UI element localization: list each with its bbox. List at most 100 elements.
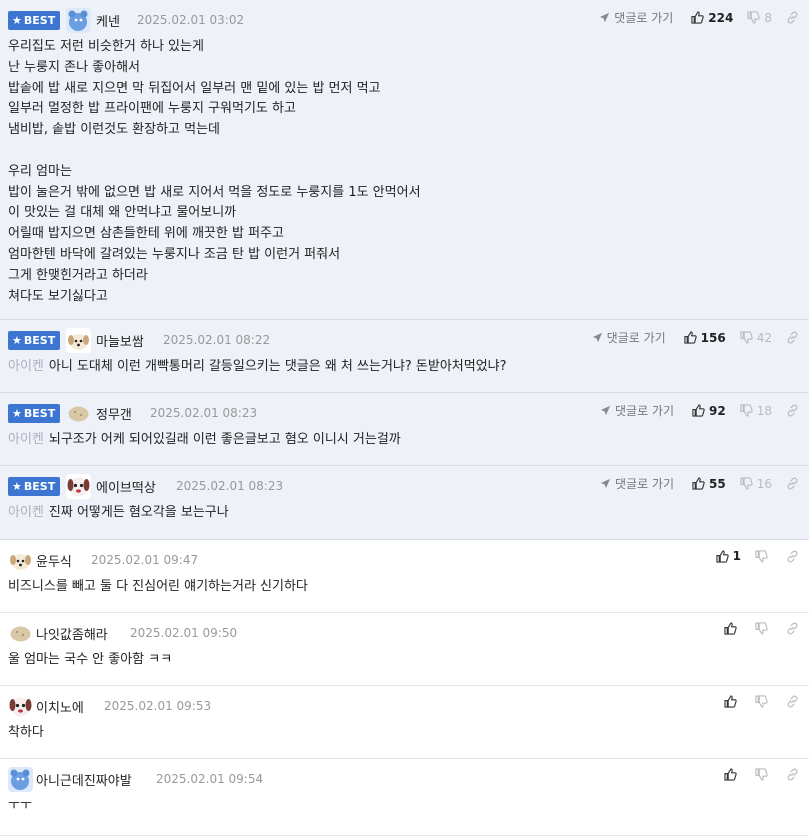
author-name[interactable]: 에이브떡상 [96,477,156,496]
star-icon: ★ [12,407,22,420]
downvote-button[interactable]: 18 [740,404,772,418]
best-label: BEST [23,480,56,493]
puppy-icon[interactable] [66,328,91,353]
permalink-button[interactable] [786,622,799,635]
link-icon [787,404,798,417]
reply-link[interactable]: 댓글로 가기 [600,402,674,419]
downvote-count: 8 [764,10,772,25]
author-name[interactable]: 아니근데진짜야발 [36,770,132,789]
upvote-button[interactable] [724,622,741,635]
upvote-button[interactable]: 156 [684,331,726,345]
blue-bear-icon[interactable] [8,767,33,792]
author-name[interactable]: 정무갠 [96,404,132,423]
link-icon [787,768,798,781]
mention-tag[interactable]: 아이켄 [8,505,44,520]
comment-item: ★ BEST 케넨 2025.02.01 03:02 댓글로 가기 224 8 우… [0,0,809,320]
downvote-button[interactable]: 16 [740,477,772,491]
thumbs-up-icon [724,768,737,781]
author-name[interactable]: 케넨 [96,11,120,30]
author-name[interactable]: 윤두식 [36,551,72,570]
best-badge: ★ BEST [8,11,61,30]
comment-item: 윤두식 2025.02.01 09:47 1 비즈니스를 빼고 둘 다 진심어린… [0,540,809,613]
thumbs-down-icon [755,622,768,635]
permalink-button[interactable] [786,11,799,24]
best-label: BEST [23,334,56,347]
thumbs-down-icon [747,11,761,24]
upvote-count: 1 [732,549,741,563]
thumbs-down-icon [755,695,768,708]
upvote-button[interactable]: 224 [691,11,733,25]
comment-text: 울 엄마는 국수 안 좋아함 ㅋㅋ [8,652,173,667]
downvote-count: 42 [756,330,772,345]
reply-label: 댓글로 가기 [606,331,666,345]
comment-item: 이치노에 2025.02.01 09:53 착하다 [0,686,809,759]
best-label: BEST [23,407,56,420]
upvote-button[interactable]: 55 [692,477,726,491]
comment-text: 아니 도대체 이런 개빡통머리 갈등일으키는 댓글은 왜 처 쓰는거냐? 돈받아… [48,359,507,374]
reply-link[interactable]: 댓글로 가기 [600,475,674,492]
upvote-button[interactable] [724,695,741,708]
puppy-icon[interactable] [8,548,33,573]
star-icon: ★ [12,14,22,27]
author-name[interactable]: 나잇값좀해라 [36,624,108,643]
upvote-count: 224 [708,10,734,25]
comment-text: 우리집도 저런 비슷한거 하나 있는게 난 누룽지 존나 좋아해서 밥솥에 밥 … [8,39,421,304]
comment-item: 나잇값좀해라 2025.02.01 09:50 울 엄마는 국수 안 좋아함 ㅋ… [0,613,809,686]
permalink-button[interactable] [786,695,799,708]
send-arrow-icon [600,12,610,23]
comment-body: 아이켄 뇌구조가 어케 되어있길래 이런 좋은글보고 혐오 이니시 거는걸까 [0,423,809,461]
reply-link[interactable]: 댓글로 가기 [592,329,666,346]
author-name[interactable]: 이치노에 [36,697,84,716]
reply-label: 댓글로 가기 [615,477,675,491]
comment-text: ㅜㅜ [8,798,32,813]
comment-item: ★ BEST 에이브떡상 2025.02.01 08:23 댓글로 가기 55 1… [0,466,809,540]
dog-face-icon[interactable] [8,694,33,719]
thumbs-up-icon [724,695,737,708]
best-label: BEST [23,14,56,27]
best-badge: ★ BEST [8,477,61,496]
downvote-count: 18 [756,403,772,418]
potato-icon[interactable] [66,401,91,426]
comment-list: ★ BEST 케넨 2025.02.01 03:02 댓글로 가기 224 8 우… [0,0,809,836]
comment-text: 착하다 [8,725,44,740]
mention-tag[interactable]: 아이켄 [8,359,44,374]
mention-tag[interactable]: 아이켄 [8,432,44,447]
comment-date: 2025.02.01 03:02 [137,13,245,27]
downvote-button[interactable]: 42 [740,331,772,345]
comment-date: 2025.02.01 08:23 [176,479,284,493]
downvote-button[interactable] [755,695,772,708]
downvote-button[interactable] [755,768,772,781]
downvote-button[interactable]: 8 [747,11,772,25]
permalink-button[interactable] [786,477,799,490]
blue-bear-icon[interactable] [66,8,91,33]
permalink-button[interactable] [786,550,799,563]
reply-link[interactable]: 댓글로 가기 [599,9,673,26]
comment-date: 2025.02.01 08:23 [150,406,258,420]
comment-body: 아이켄 진짜 어떻게든 혐오각을 보는구나 [0,496,809,534]
permalink-button[interactable] [786,768,799,781]
upvote-count: 92 [709,403,726,418]
comment-item: ★ BEST 정무갠 2025.02.01 08:23 댓글로 가기 92 18 … [0,393,809,466]
link-icon [787,695,798,708]
dog-face-icon[interactable] [66,474,91,499]
downvote-button[interactable] [755,622,772,635]
potato-icon[interactable] [8,621,33,646]
upvote-button[interactable]: 1 [716,549,741,563]
permalink-button[interactable] [786,404,799,417]
upvote-button[interactable] [724,768,741,781]
comment-date: 2025.02.01 09:54 [156,772,264,786]
permalink-button[interactable] [786,331,799,344]
link-icon [787,11,798,24]
thumbs-down-icon [740,331,753,344]
upvote-button[interactable]: 92 [692,404,726,418]
author-name[interactable]: 마늘보쌈 [96,331,144,350]
link-icon [787,622,798,635]
link-icon [787,477,798,490]
thumbs-up-icon [684,331,697,344]
thumbs-up-icon [691,11,705,24]
comment-body: 아이켄 아니 도대체 이런 개빡통머리 갈등일으키는 댓글은 왜 처 쓰는거냐? … [0,350,809,388]
downvote-button[interactable] [755,549,772,563]
comment-date: 2025.02.01 09:47 [91,553,199,567]
send-arrow-icon [600,478,611,489]
star-icon: ★ [12,480,22,493]
